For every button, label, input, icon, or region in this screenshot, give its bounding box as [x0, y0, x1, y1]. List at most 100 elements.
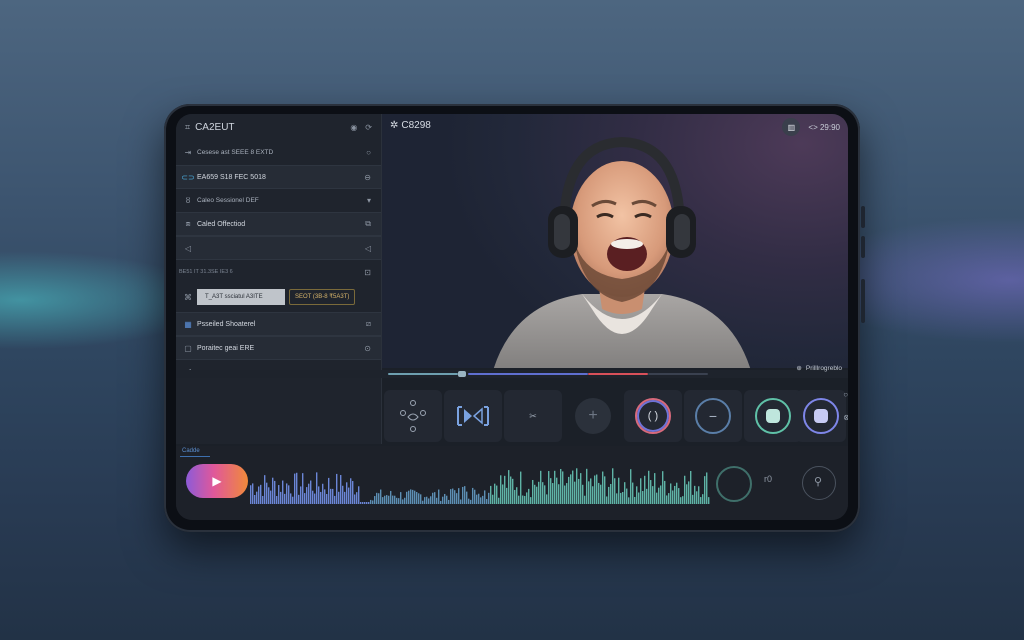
- waveform-bar: [328, 477, 330, 504]
- play-button[interactable]: ▶: [186, 464, 248, 498]
- record-circle-button[interactable]: [716, 466, 752, 502]
- chevron-down-icon: ▾: [366, 195, 371, 205]
- waveform-bar: [518, 495, 520, 504]
- waveform-bar: [392, 495, 394, 504]
- video-icon: ⇥: [184, 147, 192, 157]
- volume-up-button[interactable]: [861, 206, 865, 228]
- waveform-bar: [658, 487, 660, 504]
- waveform-bar: [562, 471, 564, 504]
- sidebar-pill-gold[interactable]: SEOT (3B-8 ₹5A3T): [289, 289, 356, 305]
- waveform-bar: [630, 469, 632, 504]
- progress-label-text: Prilllrogreblo: [805, 365, 842, 372]
- waveform-bar: [696, 491, 698, 504]
- video-preview[interactable]: ✲ C8298 ▥ <> 29:90: [382, 114, 848, 368]
- waveform-bar: [370, 499, 372, 504]
- waveform-bar: [274, 480, 276, 504]
- waveform-bar: [546, 494, 548, 504]
- bottom-tab[interactable]: Cadde: [180, 446, 210, 457]
- waveform-bar: [310, 480, 312, 504]
- progress-segment: [588, 373, 648, 375]
- waveform-bar: [588, 481, 590, 504]
- sidebar-item-6[interactable]: ⌘ T_A3T ssciatul A3ITE SEOT (3B-8 ₹5A3T): [176, 286, 381, 308]
- sidebar-item-5[interactable]: ◁ ◁: [176, 236, 381, 260]
- sidebar-pill-white[interactable]: T_A3T ssciatul A3ITE: [197, 289, 285, 305]
- scissors-icon: ✂: [529, 410, 537, 421]
- record-control[interactable]: ( ): [624, 390, 682, 442]
- timeline-progress[interactable]: [176, 370, 848, 378]
- waveform-bar: [432, 492, 434, 504]
- plus-icon: +: [575, 398, 611, 434]
- waveform-bar: [398, 498, 400, 504]
- waveform-bar: [290, 493, 292, 504]
- split-control[interactable]: [444, 390, 502, 442]
- waveform-bar: [410, 489, 412, 504]
- cut-control[interactable]: ✂: [504, 390, 562, 442]
- waveform-bar: [442, 496, 444, 504]
- waveform-bar: [440, 500, 442, 504]
- waveform-bar: [302, 473, 304, 504]
- waveform-bar: [372, 500, 374, 504]
- stats-icon[interactable]: ▥: [782, 118, 801, 136]
- refresh-icon[interactable]: ⟳: [365, 123, 372, 132]
- tablet-frame: ⌗ CA2EUT ◉ ⟳ ⇥ Cesese ast SEEE 8 EXTD ○ …: [164, 104, 865, 532]
- waveform-bar: [576, 468, 578, 504]
- eye-icon[interactable]: ◉: [350, 123, 357, 132]
- waveform-bar: [360, 502, 362, 504]
- waveform-bar: [614, 478, 616, 504]
- waveform-bar: [418, 493, 420, 504]
- add-control[interactable]: +: [564, 390, 622, 442]
- grid-icon[interactable]: ⌗: [185, 122, 190, 133]
- sidebar-item-4[interactable]: ⧈ Caled Offectiod ⧉: [176, 212, 381, 236]
- sidebar-item-1[interactable]: ⇥ Cesese ast SEEE 8 EXTD ○: [176, 141, 381, 163]
- waveform-bar: [568, 476, 570, 504]
- waveform-bar: [444, 493, 446, 504]
- power-button[interactable]: [861, 279, 865, 323]
- waveform-bar: [396, 497, 398, 504]
- sidebar-item-7[interactable]: ▦ Psseiled Shoaterel ⧄: [176, 312, 381, 336]
- waveform-bar: [496, 485, 498, 504]
- waveform-bar: [292, 496, 294, 504]
- waveform-bar: [698, 486, 700, 504]
- waveform-bar: [434, 492, 436, 504]
- waveform-bar: [304, 493, 306, 504]
- settings-circle-icon: ⊙: [364, 343, 371, 353]
- waveform-bar: [612, 468, 614, 504]
- sidebar-section-label: BE51 IT 31.3SE IE3 6: [179, 269, 233, 275]
- split-icon: [457, 406, 489, 426]
- waveform-bar: [390, 490, 392, 504]
- effects-control[interactable]: [384, 390, 442, 442]
- sidebar-item-8[interactable]: ▢ Poraitec geai ERE ⊙: [176, 336, 381, 360]
- waveform-bar: [338, 491, 340, 504]
- waveform-bar: [676, 482, 678, 504]
- circle-small-icon[interactable]: ○: [843, 390, 848, 399]
- waveform-bar: [656, 492, 658, 504]
- sidebar-item-label: Caled Offectiod: [197, 220, 246, 228]
- waveform-bar: [668, 493, 670, 504]
- waveform-bar: [348, 487, 350, 504]
- waveform-bar: [618, 477, 620, 504]
- audio-waveform[interactable]: [250, 456, 712, 504]
- play-icon: ▶: [212, 474, 222, 488]
- sidebar-item-3[interactable]: ȣ Caleo Sessionel DEF ▾: [176, 189, 381, 211]
- waveform-bar: [606, 496, 608, 504]
- upload-button[interactable]: ⚲: [802, 466, 836, 500]
- stop-control[interactable]: [744, 390, 802, 442]
- waveform-bar: [558, 484, 560, 504]
- stop-icon: [755, 398, 791, 434]
- minus-control[interactable]: −: [684, 390, 742, 442]
- waveform-bar: [268, 487, 270, 504]
- tools-icon[interactable]: ⊗: [843, 413, 848, 422]
- waveform-bar: [436, 497, 438, 504]
- volume-down-button[interactable]: [861, 236, 865, 258]
- sidebar-item-2[interactable]: ⊂⊃ EA659 S18 FEC 5018 ⊖: [176, 165, 381, 189]
- waveform-bar: [536, 486, 538, 504]
- pause-control[interactable]: [796, 390, 846, 442]
- waveform-bar: [264, 475, 266, 504]
- waveform-bar: [642, 491, 644, 504]
- waveform-bar: [548, 471, 550, 504]
- waveform-bar: [514, 489, 516, 504]
- gear-icon[interactable]: ✲: [390, 120, 398, 131]
- progress-handle[interactable]: [458, 371, 466, 377]
- waveform-bar: [632, 482, 634, 504]
- waveform-bar: [672, 490, 674, 504]
